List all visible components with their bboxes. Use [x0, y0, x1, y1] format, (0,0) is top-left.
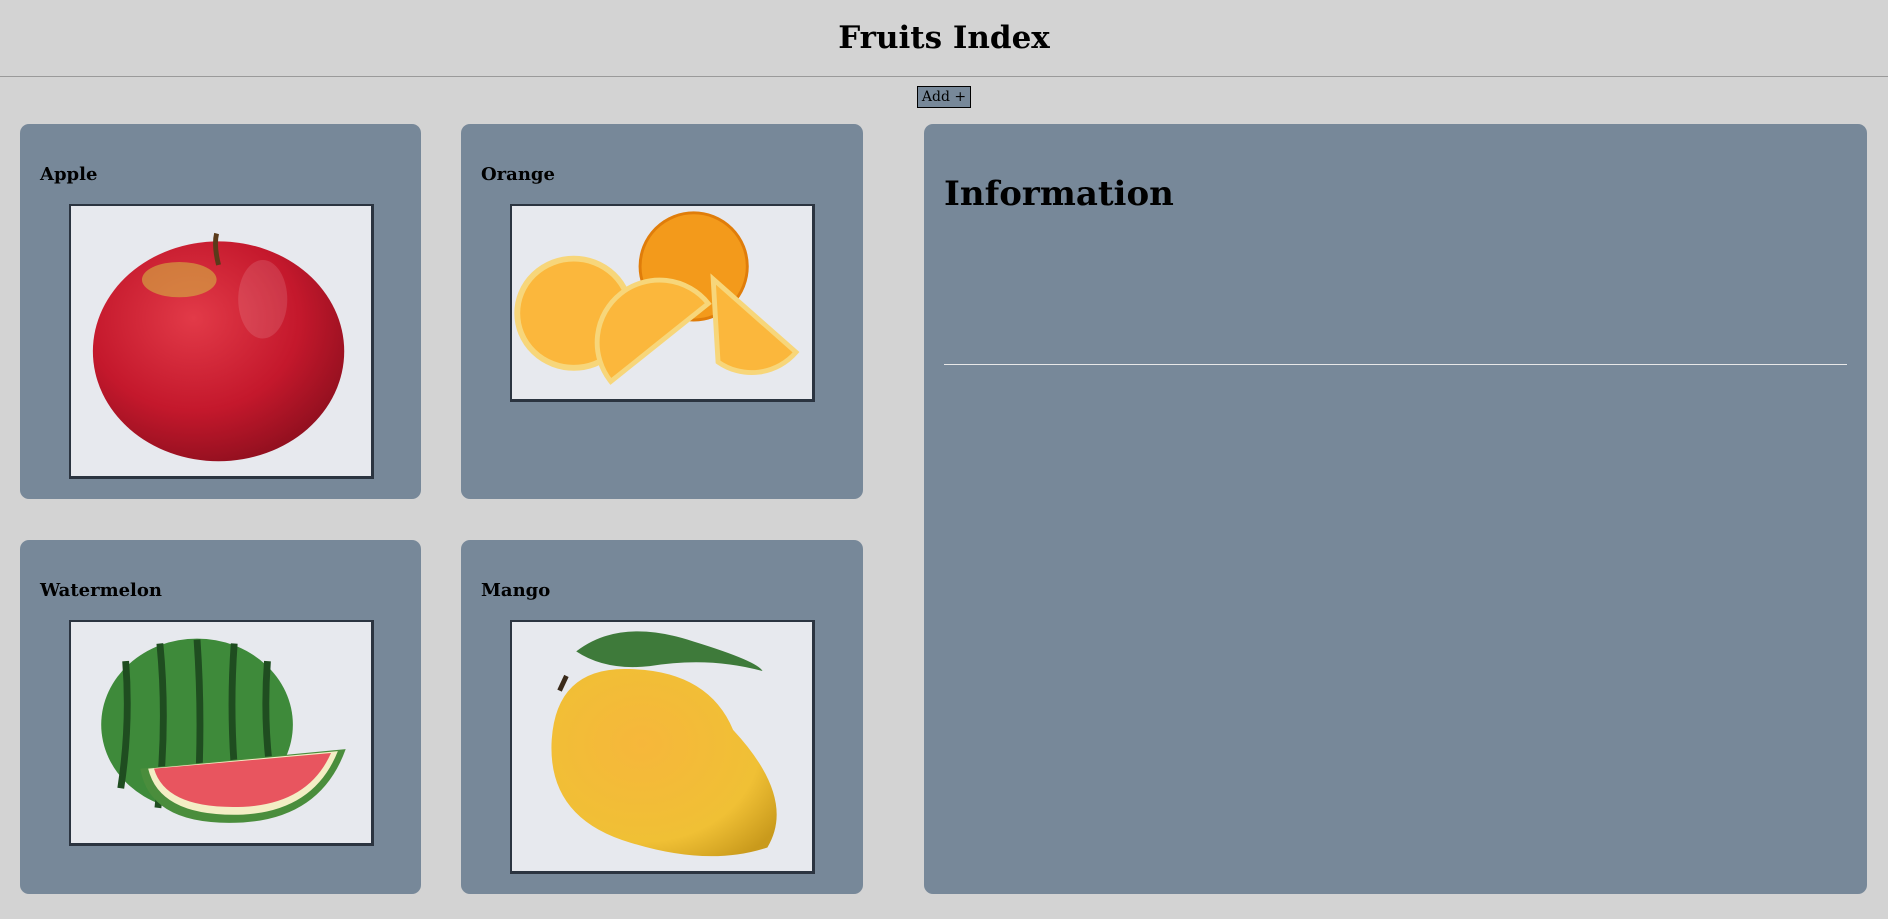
fruit-name: Apple — [40, 164, 98, 185]
information-panel: Information — [924, 124, 1867, 894]
fruit-name: Mango — [481, 580, 551, 601]
orange-image — [510, 204, 815, 402]
information-title: Information — [944, 174, 1174, 214]
information-divider — [944, 364, 1847, 365]
fruit-card-watermelon[interactable]: Watermelon — [20, 540, 421, 894]
mango-image — [510, 620, 815, 874]
fruit-name: Orange — [481, 164, 555, 185]
page-title: Fruits Index — [838, 20, 1050, 56]
watermelon-image — [69, 620, 374, 846]
add-button[interactable]: Add + — [916, 85, 972, 108]
apple-image — [69, 204, 374, 479]
fruit-name: Watermelon — [40, 580, 162, 601]
toolbar: Add + — [0, 82, 1888, 111]
fruit-card-orange[interactable]: Orange — [461, 124, 863, 499]
page-header: Fruits Index — [0, 0, 1888, 77]
fruit-card-apple[interactable]: Apple — [20, 124, 421, 499]
fruit-card-mango[interactable]: Mango — [461, 540, 863, 894]
